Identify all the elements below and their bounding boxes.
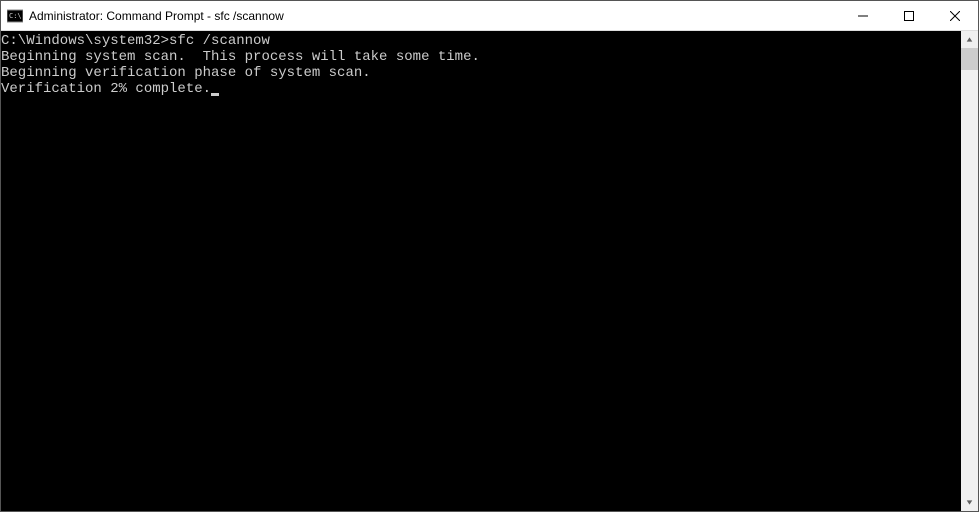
prompt-text: C:\Windows\system32> [1,33,169,49]
scroll-down-button[interactable] [961,494,978,511]
content-area: C:\Windows\system32>sfc /scannowBeginnin… [1,31,978,511]
verification-text: Verification 2% complete. [1,81,211,97]
command-text: sfc /scannow [169,33,270,49]
titlebar[interactable]: C:\ Administrator: Command Prompt - sfc … [1,1,978,31]
close-button[interactable] [932,1,978,30]
command-prompt-window: C:\ Administrator: Command Prompt - sfc … [0,0,979,512]
terminal-output[interactable]: C:\Windows\system32>sfc /scannowBeginnin… [1,31,961,511]
window-controls [840,1,978,30]
window-title: Administrator: Command Prompt - sfc /sca… [29,9,284,23]
terminal-line: Verification 2% complete. [1,81,961,97]
terminal-line: Beginning verification phase of system s… [1,65,961,81]
scroll-up-button[interactable] [961,31,978,48]
cursor [211,93,219,96]
vertical-scrollbar[interactable] [961,31,978,511]
scroll-track[interactable] [961,48,978,494]
cmd-icon: C:\ [7,8,23,24]
svg-text:C:\: C:\ [9,12,22,20]
terminal-line: Beginning system scan. This process will… [1,49,961,65]
titlebar-left: C:\ Administrator: Command Prompt - sfc … [7,8,284,24]
minimize-button[interactable] [840,1,886,30]
maximize-button[interactable] [886,1,932,30]
scroll-thumb[interactable] [961,48,978,70]
terminal-line: C:\Windows\system32>sfc /scannow [1,33,961,49]
